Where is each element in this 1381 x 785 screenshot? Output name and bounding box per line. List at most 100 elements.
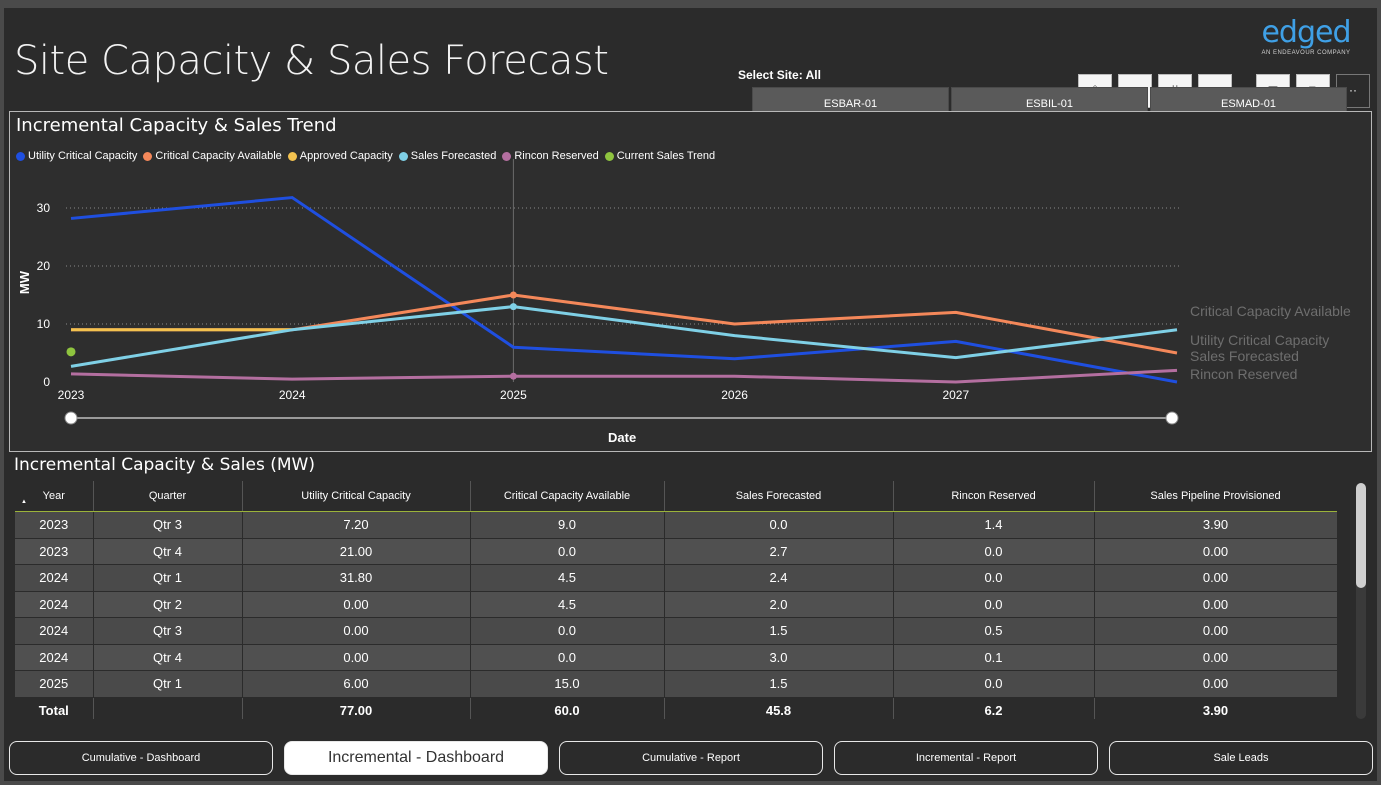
table-cell: Qtr 1 bbox=[93, 670, 243, 698]
table-cell: 0.00 bbox=[1094, 670, 1337, 698]
hover-point bbox=[509, 303, 517, 311]
column-header[interactable]: Year ▲ bbox=[15, 481, 94, 512]
table-cell: 3.0 bbox=[664, 644, 894, 671]
logo-word: edged bbox=[1261, 15, 1351, 50]
table-cell: 0.5 bbox=[893, 617, 1095, 645]
total-cell: 60.0 bbox=[470, 697, 665, 719]
nav-button[interactable]: Cumulative - Report bbox=[559, 741, 823, 775]
table-cell: 0.00 bbox=[242, 591, 471, 618]
date-range-end-handle[interactable] bbox=[1165, 411, 1179, 425]
date-range-start-handle[interactable] bbox=[64, 411, 78, 425]
table-header-row: Year ▲ Quarter Utility Critical Capacity Cri… bbox=[15, 481, 1337, 512]
table-total-row: Total 77.00 60.0 45.8 6.2 3.90 bbox=[15, 697, 1337, 719]
total-cell: 6.2 bbox=[893, 697, 1095, 719]
table-cell: 2025 bbox=[15, 670, 94, 698]
column-header-label: Utility Critical Capacity bbox=[301, 490, 411, 502]
table-title: Incremental Capacity & Sales (MW) bbox=[14, 455, 315, 475]
sort-ascending-icon[interactable]: ▲ bbox=[21, 499, 27, 505]
capacity-table: Year ▲ Quarter Utility Critical Capacity Cri… bbox=[15, 481, 1337, 719]
table-cell: 2.7 bbox=[664, 538, 894, 565]
y-tick-label: 0 bbox=[43, 375, 50, 389]
table-cell: 0.00 bbox=[1094, 591, 1337, 618]
table-cell: 2024 bbox=[15, 644, 94, 671]
series-end-label: Rincon Reserved bbox=[1190, 366, 1297, 382]
line-chart[interactable]: 0 10 20 30 2023 2024 2025 2026 2027 MW Critical Ca… bbox=[10, 112, 1371, 451]
y-tick-label: 10 bbox=[37, 317, 51, 331]
table-cell: Qtr 2 bbox=[93, 591, 243, 618]
x-tick-label: 2025 bbox=[500, 388, 527, 402]
nav-button[interactable]: Incremental - Report bbox=[834, 741, 1098, 775]
total-cell: 77.00 bbox=[242, 697, 471, 719]
table-cell: 7.20 bbox=[242, 511, 471, 539]
x-tick-label: 2024 bbox=[279, 388, 306, 402]
table-cell: 21.00 bbox=[242, 538, 471, 565]
total-cell: 45.8 bbox=[664, 697, 894, 719]
hover-point bbox=[509, 372, 517, 380]
series-point bbox=[66, 347, 76, 357]
y-tick-label: 20 bbox=[37, 259, 51, 273]
series-line bbox=[70, 196, 1178, 384]
x-tick-label: 2026 bbox=[721, 388, 748, 402]
table-row[interactable]: 2023 Qtr 4 21.00 0.0 2.7 0.0 0.00 bbox=[15, 538, 1337, 565]
total-cell: Total bbox=[15, 697, 94, 719]
total-cell: 3.90 bbox=[1094, 697, 1337, 719]
table-cell: 0.00 bbox=[1094, 564, 1337, 592]
table-cell: Qtr 4 bbox=[93, 538, 243, 565]
table-cell: 4.5 bbox=[470, 591, 665, 618]
table-row[interactable]: 2024 Qtr 2 0.00 4.5 2.0 0.0 0.00 bbox=[15, 591, 1337, 618]
table-cell: 2023 bbox=[15, 511, 94, 539]
table-row[interactable]: 2025 Qtr 1 6.00 15.0 1.5 0.0 0.00 bbox=[15, 670, 1337, 698]
column-header[interactable]: Sales Pipeline Provisioned bbox=[1094, 481, 1337, 512]
table-cell: 15.0 bbox=[470, 670, 665, 698]
column-header[interactable]: Sales Forecasted bbox=[664, 481, 894, 512]
column-header[interactable]: Utility Critical Capacity bbox=[242, 481, 471, 512]
column-header-label: Year bbox=[42, 490, 65, 502]
table-cell: 1.4 bbox=[893, 511, 1095, 539]
table-cell: 0.00 bbox=[1094, 538, 1337, 565]
table-cell: 0.0 bbox=[470, 538, 665, 565]
column-header[interactable]: Quarter bbox=[93, 481, 243, 512]
series-end-label: Critical Capacity Available bbox=[1190, 303, 1351, 319]
table-cell: Qtr 1 bbox=[93, 564, 243, 592]
table-cell: 0.0 bbox=[893, 591, 1095, 618]
table-row[interactable]: 2024 Qtr 4 0.00 0.0 3.0 0.1 0.00 bbox=[15, 644, 1337, 671]
table-cell: 3.90 bbox=[1094, 511, 1337, 539]
column-header-label: Rincon Reserved bbox=[951, 490, 1036, 502]
table-scrollbar[interactable] bbox=[1356, 483, 1366, 719]
table-scroll-thumb[interactable] bbox=[1356, 483, 1366, 588]
table-cell: 0.0 bbox=[893, 538, 1095, 565]
table-row[interactable]: 2023 Qtr 3 7.20 9.0 0.0 1.4 3.90 bbox=[15, 511, 1337, 539]
table-row[interactable]: 2024 Qtr 3 0.00 0.0 1.5 0.5 0.00 bbox=[15, 617, 1337, 645]
nav-button[interactable]: Incremental - Dashboard bbox=[284, 741, 548, 775]
table-cell: 1.5 bbox=[664, 617, 894, 645]
table-cell: 4.5 bbox=[470, 564, 665, 592]
column-header[interactable]: Critical Capacity Available bbox=[470, 481, 665, 512]
x-tick-label: 2023 bbox=[58, 388, 85, 402]
table-cell: 0.0 bbox=[470, 617, 665, 645]
column-header-label: Sales Pipeline Provisioned bbox=[1150, 490, 1281, 502]
table-row[interactable]: 2024 Qtr 1 31.80 4.5 2.4 0.0 0.00 bbox=[15, 564, 1337, 592]
table-cell: 2024 bbox=[15, 564, 94, 592]
column-header[interactable]: Rincon Reserved bbox=[893, 481, 1095, 512]
table-cell: 1.5 bbox=[664, 670, 894, 698]
series-line bbox=[71, 293, 1178, 355]
nav-button[interactable]: Sale Leads bbox=[1109, 741, 1373, 775]
table-cell: 0.00 bbox=[1094, 644, 1337, 671]
select-site-label: Select Site: All bbox=[738, 68, 821, 82]
table-cell: 2024 bbox=[15, 617, 94, 645]
table-cell: 0.00 bbox=[1094, 617, 1337, 645]
total-cell bbox=[93, 697, 243, 719]
table-cell: 6.00 bbox=[242, 670, 471, 698]
y-axis-label: MW bbox=[17, 270, 32, 294]
column-header-label: Sales Forecasted bbox=[735, 490, 822, 502]
nav-button[interactable]: Cumulative - Dashboard bbox=[9, 741, 273, 775]
edged-logo: edged AN ENDEAVOUR COMPANY bbox=[1256, 15, 1356, 57]
hover-point bbox=[509, 291, 517, 299]
table-cell: 0.1 bbox=[893, 644, 1095, 671]
table-cell: 2.0 bbox=[664, 591, 894, 618]
y-tick-label: 30 bbox=[37, 201, 51, 215]
logo-subtext: AN ENDEAVOUR COMPANY bbox=[1261, 50, 1351, 56]
series-line bbox=[70, 368, 1178, 384]
table-cell: 9.0 bbox=[470, 511, 665, 539]
table-cell: 31.80 bbox=[242, 564, 471, 592]
